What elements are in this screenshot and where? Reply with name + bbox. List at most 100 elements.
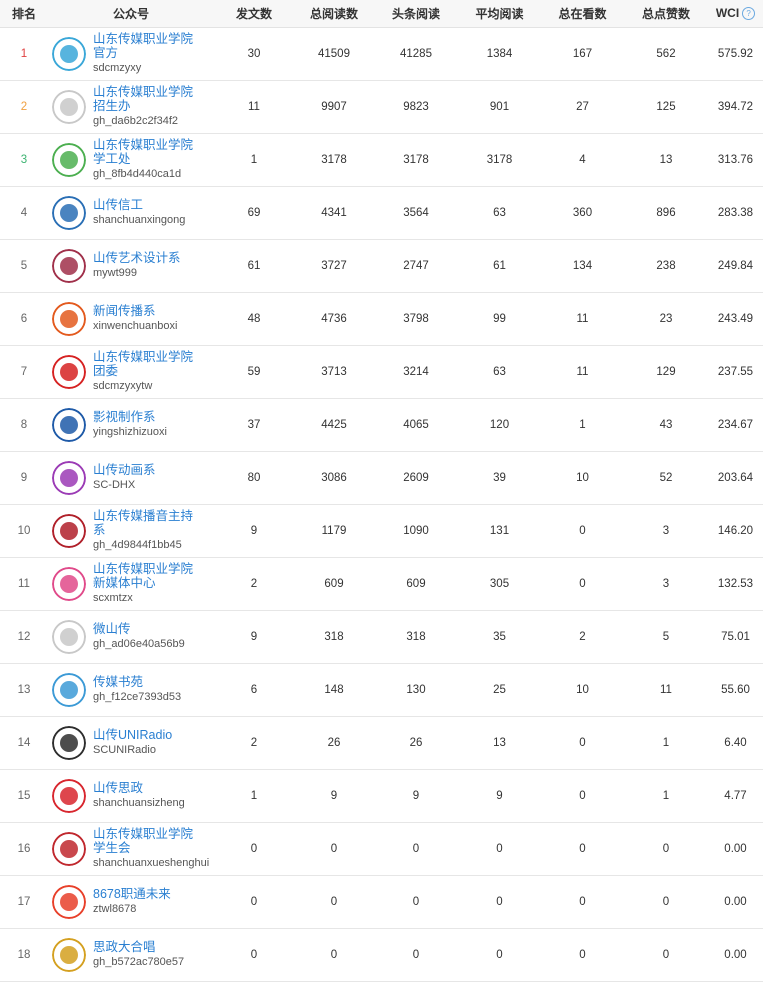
table-row[interactable]: 12 微山传 gh_ad06e40a56b9 9 318 318 35 2 5 75.01 — [0, 610, 763, 663]
account-cell: 微山传 gh_ad06e40a56b9 — [48, 610, 214, 663]
wci-cell: 0.00 — [724, 842, 747, 855]
posts-cell: 48 — [247, 312, 261, 325]
account-avatar[interactable] — [52, 778, 86, 813]
total-reads-cell: 0 — [330, 842, 338, 855]
likes-cell: 1 — [662, 789, 670, 802]
rank-cell: 14 — [17, 736, 31, 749]
account-name-link[interactable]: 微山传 — [93, 622, 197, 636]
headline-reads-cell: 0 — [412, 895, 420, 908]
watching-cell: 1 — [579, 418, 586, 431]
account-avatar[interactable] — [52, 937, 86, 972]
account-name-link[interactable]: 山传动画系 — [93, 463, 197, 477]
header-rank[interactable]: 排名 — [0, 0, 48, 27]
table-row[interactable]: 10 山东传媒播音主持系 gh_4d9844f1bb45 9 1179 1090 131 0 3… — [0, 504, 763, 557]
account-name-link[interactable]: 山传思政 — [93, 781, 197, 795]
wci-cell: 6.40 — [724, 736, 747, 749]
likes-cell: 896 — [656, 206, 676, 219]
account-avatar[interactable] — [52, 460, 86, 495]
account-avatar[interactable] — [52, 725, 86, 760]
rank-cell: 3 — [20, 153, 28, 166]
table-row[interactable]: 17 8678职通未来 ztwl8678 0 0 0 0 0 0 0.00 — [0, 875, 763, 928]
table-row[interactable]: 16 山东传媒职业学院学生会 shanchuanxueshenghui 0 0 0 0 0 0 0… — [0, 822, 763, 875]
likes-cell: 52 — [659, 471, 673, 484]
account-name-link[interactable]: 山东传媒职业学院新媒体中心 — [93, 562, 197, 590]
total-reads-cell: 4425 — [321, 418, 347, 431]
total-reads-cell: 1179 — [321, 524, 347, 537]
account-name-link[interactable]: 山东传媒职业学院学生会 — [93, 827, 197, 855]
account-cell: 山传UNIRadio SCUNIRadio — [48, 716, 214, 769]
account-avatar[interactable] — [52, 566, 86, 601]
account-avatar[interactable] — [52, 142, 86, 177]
account-avatar[interactable] — [52, 619, 86, 654]
account-name-link[interactable]: 山东传媒播音主持系 — [93, 509, 197, 537]
header-posts[interactable]: 发文数 — [214, 0, 294, 27]
table-row[interactable]: 4 山传信工 shanchuanxingong 69 4341 3564 63 360 896 2… — [0, 186, 763, 239]
account-cell: 山东传媒职业学院招生办 gh_da6b2c2f34f2 — [48, 80, 214, 133]
account-name-link[interactable]: 山东传媒职业学院招生办 — [93, 85, 197, 113]
header-headline-reads[interactable]: 头条阅读 — [374, 0, 458, 27]
table-row[interactable]: 15 山传思政 shanchuansizheng 1 9 9 9 0 1 4.77 — [0, 769, 763, 822]
likes-cell: 3 — [662, 524, 670, 537]
account-avatar[interactable] — [52, 513, 86, 548]
account-id: shanchuanxingong — [93, 214, 186, 226]
header-total-watching[interactable]: 总在看数 — [541, 0, 624, 27]
table-row[interactable]: 18 思政大合唱 gh_b572ac780e57 0 0 0 0 0 0 0.00 — [0, 928, 763, 981]
header-avg-reads[interactable]: 平均阅读 — [458, 0, 541, 27]
table-row[interactable]: 7 山东传媒职业学院团委 sdcmzyxytw 59 3713 3214 63 11 129 23… — [0, 345, 763, 398]
account-name-link[interactable]: 影视制作系 — [93, 410, 197, 424]
account-avatar[interactable] — [52, 89, 86, 124]
headline-reads-cell: 9 — [412, 789, 420, 802]
table-row[interactable]: 14 山传UNIRadio SCUNIRadio 2 26 26 13 0 1 6.40 — [0, 716, 763, 769]
account-id: gh_b572ac780e57 — [93, 956, 185, 968]
headline-reads-cell: 3214 — [403, 365, 429, 378]
total-reads-cell: 148 — [324, 683, 344, 696]
question-circle-icon[interactable]: ? — [742, 7, 756, 21]
account-name-link[interactable]: 8678职通未来 — [93, 887, 197, 901]
account-avatar[interactable] — [52, 407, 86, 442]
table-row[interactable]: 2 山东传媒职业学院招生办 gh_da6b2c2f34f2 11 9907 9823 901… — [0, 80, 763, 133]
total-reads-cell: 9907 — [321, 100, 347, 113]
account-avatar[interactable] — [52, 195, 86, 230]
avg-reads-cell: 305 — [489, 577, 510, 590]
header-total-reads[interactable]: 总阅读数 — [294, 0, 374, 27]
account-cell: 山东传媒职业学院团委 sdcmzyxytw — [48, 345, 214, 398]
account-name-link[interactable]: 山传UNIRadio — [93, 728, 197, 742]
rank-cell: 6 — [20, 312, 28, 325]
posts-cell: 2 — [250, 736, 258, 749]
table-row[interactable]: 3 山东传媒职业学院学工处 gh_8fb4d440ca1d 1 3178 3178 3178… — [0, 133, 763, 186]
header-total-likes[interactable]: 总点赞数 — [624, 0, 708, 27]
account-avatar[interactable] — [52, 36, 86, 71]
account-name-link[interactable]: 山东传媒职业学院官方 — [93, 32, 197, 60]
account-name-link[interactable]: 传媒书苑 — [93, 675, 197, 689]
rank-cell: 13 — [17, 683, 31, 696]
likes-cell: 43 — [659, 418, 673, 431]
table-row[interactable]: 9 山传动画系 SC-DHX 80 3086 2609 39 10 52 203.64 — [0, 451, 763, 504]
avg-reads-cell: 35 — [493, 630, 506, 643]
account-id: mywt999 — [93, 267, 138, 279]
account-name-link[interactable]: 新闻传播系 — [93, 304, 197, 318]
table-row[interactable]: 13 传媒书苑 gh_f12ce7393d53 6 148 130 25 10 11 55.60 — [0, 663, 763, 716]
watching-cell: 27 — [576, 100, 589, 113]
account-avatar[interactable] — [52, 831, 86, 866]
table-row[interactable]: 1 山东传媒职业学院官方 sdcmzyxy 30 41509 41285 1384 167 56… — [0, 27, 763, 80]
account-avatar[interactable] — [52, 884, 86, 919]
account-name-link[interactable]: 山传艺术设计系 — [93, 251, 197, 265]
avg-reads-cell: 3178 — [486, 153, 513, 166]
avg-reads-cell: 99 — [493, 312, 506, 325]
account-name-link[interactable]: 山东传媒职业学院学工处 — [93, 138, 197, 166]
account-avatar[interactable] — [52, 672, 86, 707]
account-id: SC-DHX — [93, 479, 136, 491]
header-wci[interactable]: WCI? — [708, 0, 763, 27]
account-avatar[interactable] — [52, 248, 86, 283]
account-name-link[interactable]: 山传信工 — [93, 198, 197, 212]
table-row[interactable]: 8 影视制作系 yingshizhizuoxi 37 4425 4065 120 1 43 234… — [0, 398, 763, 451]
table-row[interactable]: 6 新闻传播系 xinwenchuanboxi 48 4736 3798 99 11 23 243… — [0, 292, 763, 345]
table-row[interactable]: 5 山传艺术设计系 mywt999 61 3727 2747 61 134 238 249.84 — [0, 239, 763, 292]
account-id: shanchuanxueshenghui — [93, 857, 210, 869]
account-name-link[interactable]: 山东传媒职业学院团委 — [93, 350, 197, 378]
wci-cell: 0.00 — [724, 948, 747, 961]
account-name-link[interactable]: 思政大合唱 — [93, 940, 197, 954]
account-avatar[interactable] — [52, 301, 86, 336]
account-avatar[interactable] — [52, 354, 86, 389]
table-row[interactable]: 11 山东传媒职业学院新媒体中心 scxmtzx 2 609 609 305 0 3 132.53 — [0, 557, 763, 610]
